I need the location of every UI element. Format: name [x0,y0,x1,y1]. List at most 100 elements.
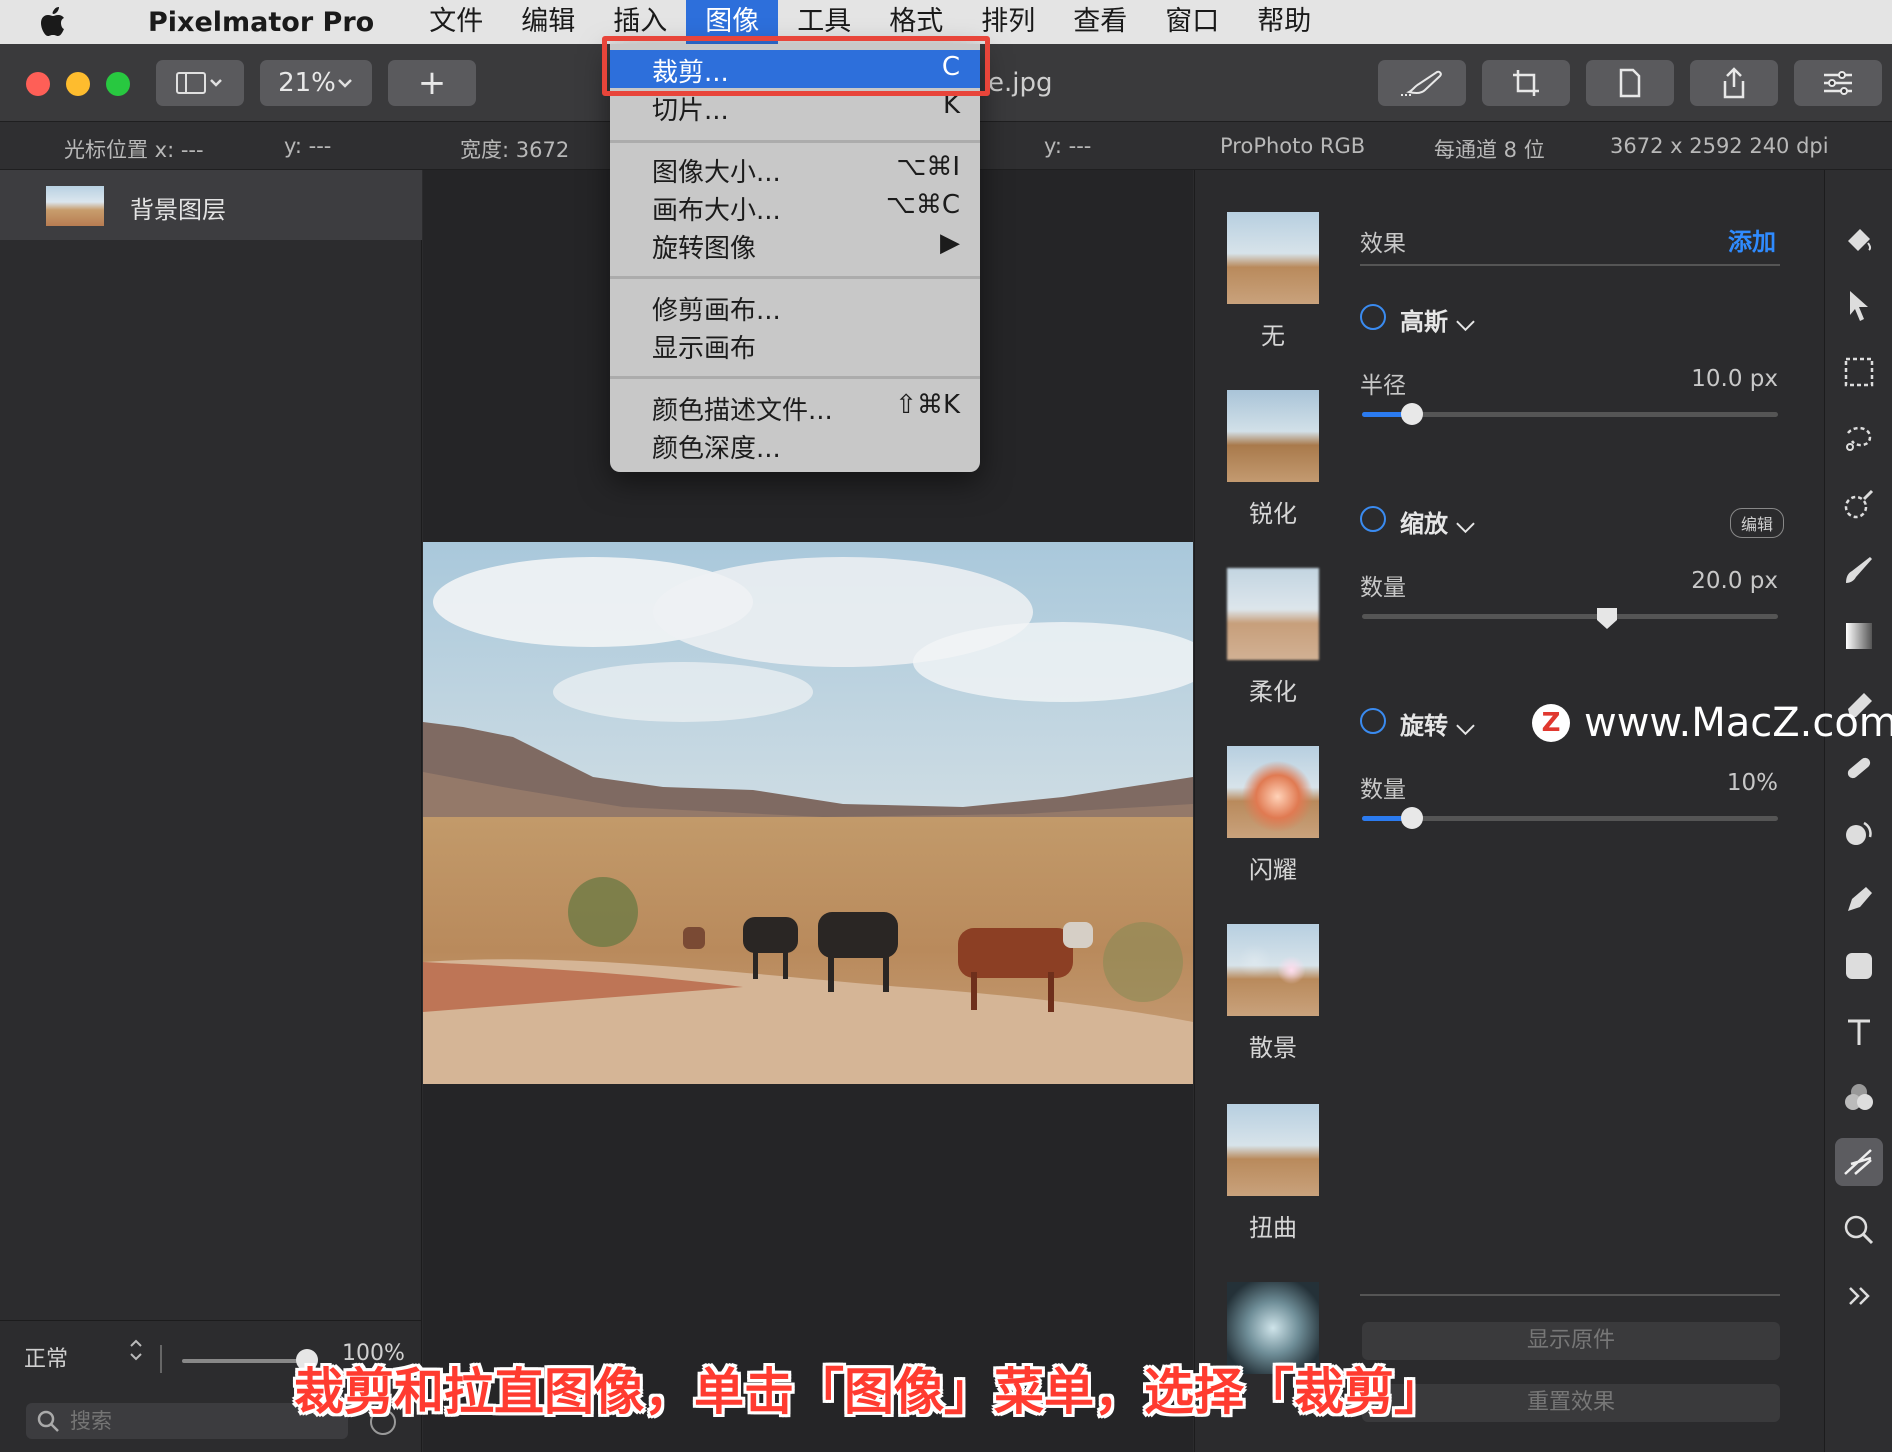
menu-item-image-size[interactable]: 图像大小... ⌥⌘I [610,150,980,188]
eyedropper-select-icon [1844,489,1874,519]
effect-label: 无 [1261,322,1285,350]
layer-search-input[interactable] [70,1407,330,1435]
dimensions-readout: 3672 x 2592 240 dpi [1610,134,1829,158]
effect-preset-sharpen[interactable]: 锐化 [1227,390,1319,529]
menu-item-color-depth[interactable]: 颜色深度... [610,426,980,464]
adjustments-button[interactable] [1794,60,1882,106]
radius-slider-knob[interactable] [1400,403,1423,425]
crop-button[interactable] [1482,60,1570,106]
amount-value: 20.0 px [1691,568,1778,594]
effect-preset-distort[interactable]: 扭曲 [1227,1104,1319,1243]
menu-help[interactable]: 帮助 [1238,0,1330,44]
radius-slider[interactable] [1362,412,1778,417]
color-selection-tool[interactable] [1835,480,1883,528]
gaussian-toggle[interactable] [1360,304,1386,330]
effect-preset-glow[interactable]: 闪耀 [1227,746,1319,885]
crop-icon [1513,70,1539,96]
pen-tool[interactable] [1835,876,1883,924]
amount-label: 数量 [1360,777,1406,803]
menu-item-trim-canvas[interactable]: 修剪画布... [610,288,980,326]
radius-value: 10.0 px [1691,366,1778,392]
effect-label: 闪耀 [1249,856,1297,884]
menu-item-reveal-canvas[interactable]: 显示画布 [610,326,980,364]
sliders-icon [1824,71,1852,95]
paint-bucket-icon [1848,229,1872,251]
watermark-logo: Z [1532,704,1570,742]
close-window-button[interactable] [26,72,50,96]
canvas-photo[interactable] [423,542,1193,1084]
app-name-menu[interactable]: Pixelmator Pro [148,7,374,38]
effects-tool[interactable] [1835,1138,1883,1186]
share-button[interactable] [1690,60,1778,106]
effect-preset-none[interactable]: 无 [1227,212,1319,351]
brush-tool-button[interactable] [1378,60,1466,106]
menu-item-color-profile[interactable]: 颜色描述文件... ⇧⌘K [610,388,980,426]
retouch-icon [1846,821,1872,845]
amount-slider-knob[interactable] [1595,606,1619,630]
image-dropdown-menu: 裁剪... C 切片... K 图像大小... ⌥⌘I 画布大小... ⌥⌘C 旋转图像… [610,44,980,472]
apple-icon[interactable] [40,7,96,37]
divider [1360,1294,1780,1296]
marquee-icon [1844,357,1874,387]
effects-header: 效果 [1360,231,1406,257]
sidebar-toggle-button[interactable] [156,60,244,106]
shape-tool[interactable] [1835,942,1883,990]
double-chevron-right-icon [1849,1287,1870,1305]
document-button[interactable] [1586,60,1674,106]
zoom-tool[interactable] [1835,1206,1883,1254]
arrange-tool[interactable] [1835,282,1883,330]
zoom-effect-name[interactable]: 缩放 ⌵ [1400,504,1475,539]
gaussian-effect-name[interactable]: 高斯 ⌵ [1400,302,1475,337]
blend-mode-select[interactable]: 正常 [24,1341,68,1373]
annotation-highlight-box [602,36,990,96]
effect-preset-soften[interactable]: 柔化 [1227,568,1319,707]
width-readout: 宽度: 3672 [460,138,570,162]
layer-row[interactable]: 背景图层 [0,170,422,240]
add-effect-button[interactable]: 添加 [1728,222,1776,257]
menu-item-canvas-size[interactable]: 画布大小... ⌥⌘C [610,188,980,226]
menu-item-rotate-image[interactable]: 旋转图像 ▶ [610,226,980,264]
gradient-tool[interactable] [1835,612,1883,660]
amount-slider[interactable] [1362,614,1778,619]
brush-icon [1401,70,1442,96]
zoom-dropdown[interactable]: 21% [260,60,372,106]
effect-preset-bokeh[interactable]: 散景 [1227,924,1319,1063]
rotate-slider-knob[interactable] [1400,807,1423,829]
effect-label: 锐化 [1249,500,1297,528]
repair-tool[interactable] [1835,744,1883,792]
paint-tool[interactable] [1835,546,1883,594]
menu-separator [610,276,980,279]
document-icon [1619,68,1641,98]
menu-separator [610,140,980,143]
search-icon [37,1410,59,1432]
menu-window[interactable]: 窗口 [1146,0,1238,44]
sidebar-icon [176,72,222,94]
menu-file[interactable]: 文件 [410,0,502,44]
zoom-toggle[interactable] [1360,506,1386,532]
lasso-tool[interactable] [1835,414,1883,462]
edit-button[interactable]: 编辑 [1730,508,1785,538]
effect-thumbnail [1227,212,1319,304]
more-tools-button[interactable] [1835,1272,1883,1320]
layers-panel: 背景图层 正常 100% [0,170,422,1452]
color-adjust-tool[interactable] [1835,1074,1883,1122]
zoom-window-button[interactable] [106,72,130,96]
rotate-effect-name[interactable]: 旋转 ⌵ [1400,706,1475,741]
menu-view[interactable]: 查看 [1054,0,1146,44]
selection-tool[interactable] [1835,348,1883,396]
gradient-icon [1846,623,1872,649]
effect-label: 扭曲 [1249,1214,1297,1242]
share-icon [1723,67,1745,99]
rotate-toggle[interactable] [1360,708,1386,734]
retouch-tool[interactable] [1835,810,1883,858]
opacity-slider[interactable] [182,1359,308,1363]
add-button[interactable]: + [388,60,476,106]
minimize-window-button[interactable] [66,72,90,96]
rotate-amount-slider[interactable] [1362,816,1778,821]
color-profile-readout: ProPhoto RGB [1220,134,1366,158]
effect-label: 散景 [1249,1034,1297,1062]
type-tool[interactable] [1835,1008,1883,1056]
paint-bucket-tool[interactable] [1835,216,1883,264]
effects-browser: 无 锐化 柔化 闪耀 散景 扭曲 [1194,170,1356,1452]
menu-edit[interactable]: 编辑 [502,0,594,44]
